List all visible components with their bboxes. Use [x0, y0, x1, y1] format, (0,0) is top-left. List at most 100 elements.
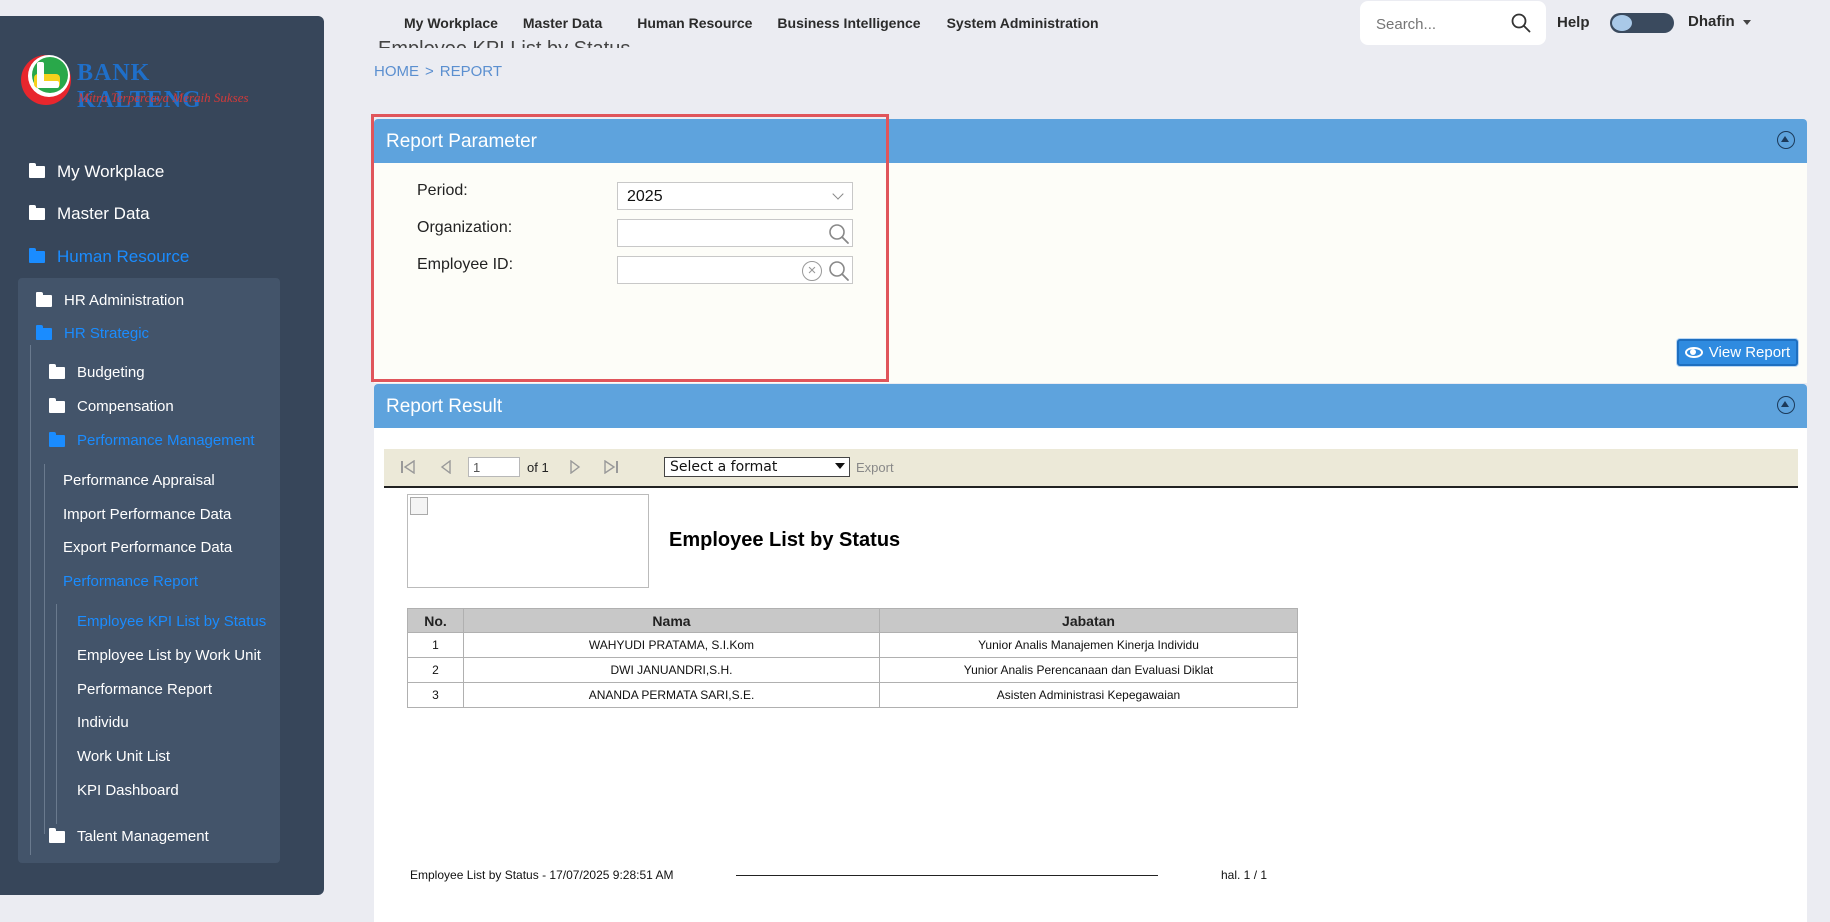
- chevron-down-icon: [835, 463, 845, 469]
- employee-id-field[interactable]: ×: [617, 256, 853, 284]
- breadcrumb-home[interactable]: HOME: [374, 63, 419, 80]
- report-title: Employee List by Status: [669, 529, 901, 551]
- table-row: 3 ANANDA PERMATA SARI,S.E. Asisten Admin…: [407, 682, 1298, 708]
- export-link[interactable]: Export: [856, 460, 894, 475]
- sidebar-item-individu[interactable]: Individu: [77, 714, 129, 731]
- report-parameter-header[interactable]: Report Parameter: [374, 119, 1807, 163]
- sidebar-item-compensation[interactable]: Compensation: [49, 397, 174, 415]
- clear-icon[interactable]: ×: [802, 261, 822, 281]
- table-cell: Yunior Analis Manajemen Kinerja Individu: [879, 632, 1298, 658]
- chevron-down-icon[interactable]: [1743, 20, 1751, 25]
- sidebar-item-performance-report-sub[interactable]: Performance Report: [77, 681, 212, 698]
- sidebar-item-work-unit-list[interactable]: Work Unit List: [77, 748, 170, 765]
- report-footer-left: Employee List by Status - 17/07/2025 9:2…: [410, 868, 674, 882]
- sidebar-item-hr-administration[interactable]: HR Administration: [36, 291, 185, 309]
- sidebar-item-label: Employee List by Work Unit: [77, 647, 261, 664]
- table-cell: 2: [407, 657, 464, 683]
- avatar[interactable]: [1610, 13, 1674, 33]
- page-number-input[interactable]: 1: [468, 457, 520, 477]
- sidebar-item-performance-report[interactable]: Performance Report: [63, 573, 198, 590]
- table-row: 1 WAHYUDI PRATAMA, S.I.Kom Yunior Analis…: [407, 632, 1298, 658]
- sidebar: BANK KALTENG Mitra Terpercaya Meraih Suk…: [0, 16, 324, 895]
- previous-page-icon[interactable]: [440, 460, 452, 474]
- collapse-icon[interactable]: [1777, 396, 1795, 414]
- table-header-row: No. Nama Jabatan: [407, 608, 1298, 633]
- panel-title: Report Result: [386, 396, 503, 417]
- sidebar-item-label: Performance Report: [63, 573, 199, 590]
- report-footer-divider: [736, 875, 1158, 876]
- employee-id-label: Employee ID:: [417, 256, 514, 273]
- sidebar-item-label: Export Performance Data: [63, 539, 233, 556]
- sidebar-item-employee-kpi-list-by-status[interactable]: Employee KPI List by Status: [77, 613, 266, 630]
- sidebar-item-human-resource[interactable]: Human Resource: [29, 247, 189, 267]
- sidebar-item-performance-appraisal[interactable]: Performance Appraisal: [63, 472, 215, 489]
- search-input[interactable]: [1374, 13, 1508, 35]
- table-row: 2 DWI JANUANDRI,S.H. Yunior Analis Peren…: [407, 657, 1298, 683]
- sidebar-item-budgeting[interactable]: Budgeting: [49, 363, 145, 381]
- breadcrumb-current: REPORT: [439, 63, 502, 80]
- sidebar-item-label: KPI Dashboard: [77, 782, 179, 799]
- help-link[interactable]: Help: [1557, 14, 1590, 31]
- topnav-system-administration[interactable]: System Administration: [947, 15, 1099, 31]
- organization-field[interactable]: [617, 219, 853, 247]
- user-menu[interactable]: Dhafin: [1688, 13, 1735, 30]
- breadcrumb-separator: >: [425, 63, 434, 80]
- panel-title: Report Parameter: [386, 131, 538, 152]
- export-format-select[interactable]: Select a format: [664, 457, 850, 477]
- sidebar-item-master-data[interactable]: Master Data: [29, 204, 150, 224]
- bank-logo[interactable]: BANK KALTENG Mitra Terpercaya Meraih Suk…: [20, 54, 270, 114]
- folder-icon: [49, 397, 65, 413]
- sidebar-item-label: Performance Appraisal: [63, 472, 215, 489]
- organization-label: Organization:: [417, 219, 513, 236]
- report-result-header[interactable]: Report Result: [374, 384, 1807, 428]
- sidebar-item-label: Budgeting: [77, 364, 145, 381]
- tree-line: [44, 464, 45, 834]
- sidebar-item-label: Human Resource: [57, 247, 190, 266]
- period-value: 2025: [627, 188, 663, 205]
- sidebar-item-kpi-dashboard[interactable]: KPI Dashboard: [77, 782, 179, 799]
- table-cell: WAHYUDI PRATAMA, S.I.Kom: [463, 632, 880, 658]
- sidebar-item-label: Individu: [77, 714, 129, 731]
- sidebar-item-import-performance-data[interactable]: Import Performance Data: [63, 506, 231, 523]
- last-page-icon[interactable]: [603, 460, 619, 474]
- sidebar-item-my-workplace[interactable]: My Workplace: [29, 162, 164, 182]
- folder-icon: [36, 324, 52, 340]
- next-page-icon[interactable]: [569, 460, 581, 474]
- sidebar-item-label: My Workplace: [57, 162, 165, 181]
- period-select[interactable]: 2025: [617, 182, 853, 210]
- sidebar-item-export-performance-data[interactable]: Export Performance Data: [63, 539, 232, 556]
- report-viewer-toolbar: 1 of 1 Select a format Export: [384, 449, 1798, 488]
- sidebar-item-label: Performance Report: [77, 681, 213, 698]
- page-count: of 1: [527, 460, 549, 475]
- period-label: Period:: [417, 182, 468, 199]
- sidebar-item-performance-management[interactable]: Performance Management: [49, 431, 255, 449]
- sidebar-item-employee-list-by-work-unit[interactable]: Employee List by Work Unit: [77, 647, 261, 664]
- sidebar-item-label: Master Data: [57, 204, 150, 223]
- folder-icon: [49, 363, 65, 379]
- breadcrumb: HOME > REPORT: [374, 63, 502, 80]
- view-report-button[interactable]: View Report: [1677, 339, 1798, 366]
- topnav-human-resource[interactable]: Human Resource: [637, 15, 752, 31]
- search-icon[interactable]: [828, 223, 850, 245]
- top-navigation: My Workplace Master Data Human Resource …: [404, 0, 1099, 46]
- collapse-icon[interactable]: [1777, 131, 1795, 149]
- sidebar-item-label: HR Strategic: [64, 325, 150, 342]
- topnav-my-workplace[interactable]: My Workplace: [404, 15, 498, 31]
- sidebar-item-label: Talent Management: [77, 828, 209, 845]
- search-icon[interactable]: [1511, 13, 1531, 33]
- sidebar-item-label: HR Administration: [64, 292, 185, 309]
- sidebar-item-talent-management[interactable]: Talent Management: [49, 827, 209, 845]
- topnav-business-intelligence[interactable]: Business Intelligence: [777, 15, 920, 31]
- bank-emblem-icon: [21, 55, 71, 105]
- first-page-icon[interactable]: [400, 460, 416, 474]
- report-footer-page: hal. 1 / 1: [1221, 868, 1268, 882]
- search-icon[interactable]: [828, 260, 850, 282]
- search-box: [1360, 1, 1546, 45]
- table-cell: DWI JANUANDRI,S.H.: [463, 657, 880, 683]
- folder-icon: [29, 205, 45, 220]
- sidebar-item-hr-strategic[interactable]: HR Strategic: [36, 324, 150, 342]
- report-parameter-body: Period: 2025 Organization: Employee ID: …: [374, 163, 1807, 383]
- topnav-master-data[interactable]: Master Data: [523, 15, 602, 31]
- sidebar-item-label: Work Unit List: [77, 748, 171, 765]
- table-cell: ANANDA PERMATA SARI,S.E.: [463, 682, 880, 708]
